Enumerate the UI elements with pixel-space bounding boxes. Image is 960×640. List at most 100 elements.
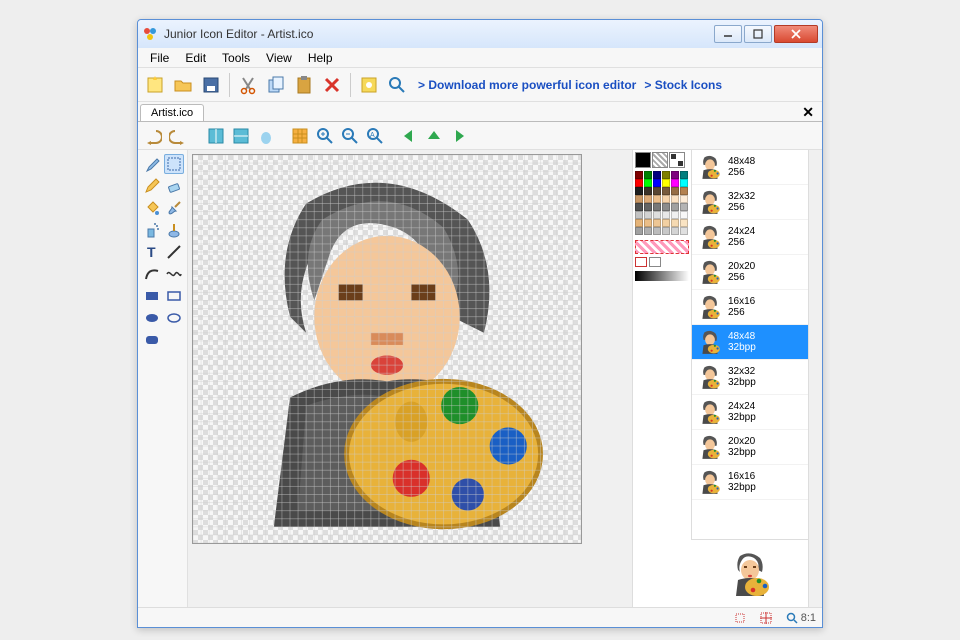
color-swatch[interactable] xyxy=(662,187,670,195)
color-swatch[interactable] xyxy=(680,187,688,195)
nav-up-icon[interactable] xyxy=(423,125,445,147)
color-swatch[interactable] xyxy=(644,227,652,235)
flip-v-icon[interactable] xyxy=(230,125,252,147)
tab-close-icon[interactable]: ✕ xyxy=(796,104,820,121)
color-swatch[interactable] xyxy=(635,227,643,235)
ellipse-tool[interactable] xyxy=(164,308,184,328)
color-swatch[interactable] xyxy=(644,211,652,219)
rect-tool[interactable] xyxy=(164,286,184,306)
rect-filled-tool[interactable] xyxy=(142,286,162,306)
fill-tool[interactable] xyxy=(142,198,162,218)
color-swatch[interactable] xyxy=(680,211,688,219)
color-swatch[interactable] xyxy=(635,211,643,219)
color-swatch[interactable] xyxy=(644,179,652,187)
size-list-item[interactable]: 16x1632bpp xyxy=(692,465,808,500)
color-swatch[interactable] xyxy=(671,195,679,203)
color-swatch[interactable] xyxy=(680,179,688,187)
size-list-item[interactable]: 48x48256 xyxy=(692,150,808,185)
new-icon[interactable] xyxy=(142,72,168,98)
color-swatch[interactable] xyxy=(680,203,688,211)
color-swatch[interactable] xyxy=(680,219,688,227)
color-swatch[interactable] xyxy=(671,187,679,195)
color-swatch[interactable] xyxy=(662,171,670,179)
size-list-item[interactable]: 20x2032bpp xyxy=(692,430,808,465)
color-swatch[interactable] xyxy=(680,227,688,235)
brightness-slider[interactable] xyxy=(635,271,689,281)
nav-left-icon[interactable] xyxy=(398,125,420,147)
color-swatch[interactable] xyxy=(635,187,643,195)
undo-icon[interactable] xyxy=(142,125,164,147)
color-indicator-a[interactable] xyxy=(635,257,647,267)
rounded-filled-tool[interactable] xyxy=(142,330,162,350)
pencil-tool[interactable] xyxy=(142,176,162,196)
ellipse-filled-tool[interactable] xyxy=(142,308,162,328)
spray-tool[interactable] xyxy=(142,220,162,240)
save-icon[interactable] xyxy=(198,72,224,98)
close-button[interactable] xyxy=(774,25,818,43)
open-icon[interactable] xyxy=(170,72,196,98)
color-swatch[interactable] xyxy=(671,211,679,219)
size-list-item[interactable]: 24x2432bpp xyxy=(692,395,808,430)
vertical-scrollbar[interactable] xyxy=(808,150,822,607)
marquee-tool[interactable] xyxy=(164,154,184,174)
color-swatch[interactable] xyxy=(635,219,643,227)
size-list-item[interactable]: 32x3232bpp xyxy=(692,360,808,395)
color-swatch[interactable] xyxy=(635,179,643,187)
flip-h-icon[interactable] xyxy=(205,125,227,147)
color-swatch[interactable] xyxy=(653,211,661,219)
text-tool[interactable]: T xyxy=(142,242,162,262)
menu-file[interactable]: File xyxy=(142,49,177,67)
color-swatch[interactable] xyxy=(653,195,661,203)
zoom-in-icon[interactable] xyxy=(314,125,336,147)
color-swatch[interactable] xyxy=(680,171,688,179)
color-swatch[interactable] xyxy=(662,179,670,187)
pixel-canvas[interactable] xyxy=(192,154,582,544)
color-swatch[interactable] xyxy=(644,171,652,179)
document-tab[interactable]: Artist.ico xyxy=(140,104,204,121)
color-swatch[interactable] xyxy=(653,179,661,187)
canvas-area[interactable] xyxy=(188,150,632,607)
color-swatch[interactable] xyxy=(644,203,652,211)
wave-tool[interactable] xyxy=(164,264,184,284)
zoom-out-icon[interactable] xyxy=(339,125,361,147)
color-swatch[interactable] xyxy=(671,179,679,187)
options-icon[interactable] xyxy=(356,72,382,98)
color-indicator-b[interactable] xyxy=(649,257,661,267)
zoom-fit-icon[interactable]: A xyxy=(364,125,386,147)
color-swatch[interactable] xyxy=(635,171,643,179)
menu-view[interactable]: View xyxy=(258,49,300,67)
curve-tool[interactable] xyxy=(142,264,162,284)
color-swatch[interactable] xyxy=(653,219,661,227)
menu-help[interactable]: Help xyxy=(300,49,341,67)
delete-icon[interactable] xyxy=(319,72,345,98)
color-swatch[interactable] xyxy=(644,195,652,203)
foreground-color[interactable] xyxy=(635,152,651,168)
size-list-item[interactable]: 24x24256 xyxy=(692,220,808,255)
clone-tool[interactable] xyxy=(164,220,184,240)
cut-icon[interactable] xyxy=(235,72,261,98)
paste-icon[interactable] xyxy=(291,72,317,98)
color-swatch[interactable] xyxy=(644,219,652,227)
color-swatch[interactable] xyxy=(671,203,679,211)
color-swatch[interactable] xyxy=(662,227,670,235)
color-swatch[interactable] xyxy=(662,211,670,219)
size-list-item[interactable]: 48x4832bpp xyxy=(692,325,808,360)
background-color[interactable] xyxy=(652,152,668,168)
eraser-tool[interactable] xyxy=(164,176,184,196)
grid-icon[interactable] xyxy=(289,125,311,147)
color-swatch[interactable] xyxy=(662,195,670,203)
color-swatch[interactable] xyxy=(680,195,688,203)
color-swatch[interactable] xyxy=(644,187,652,195)
color-swatch[interactable] xyxy=(662,203,670,211)
blur-icon[interactable] xyxy=(255,125,277,147)
size-list-item[interactable]: 20x20256 xyxy=(692,255,808,290)
download-link[interactable]: > Download more powerful icon editor xyxy=(418,78,636,92)
size-list-item[interactable]: 16x16256 xyxy=(692,290,808,325)
color-swatch[interactable] xyxy=(653,187,661,195)
nav-right-icon[interactable] xyxy=(448,125,470,147)
size-list-item[interactable]: 32x32256 xyxy=(692,185,808,220)
line-tool[interactable] xyxy=(164,242,184,262)
color-swatch[interactable] xyxy=(671,219,679,227)
color-swatch[interactable] xyxy=(653,227,661,235)
minimize-button[interactable] xyxy=(714,25,742,43)
